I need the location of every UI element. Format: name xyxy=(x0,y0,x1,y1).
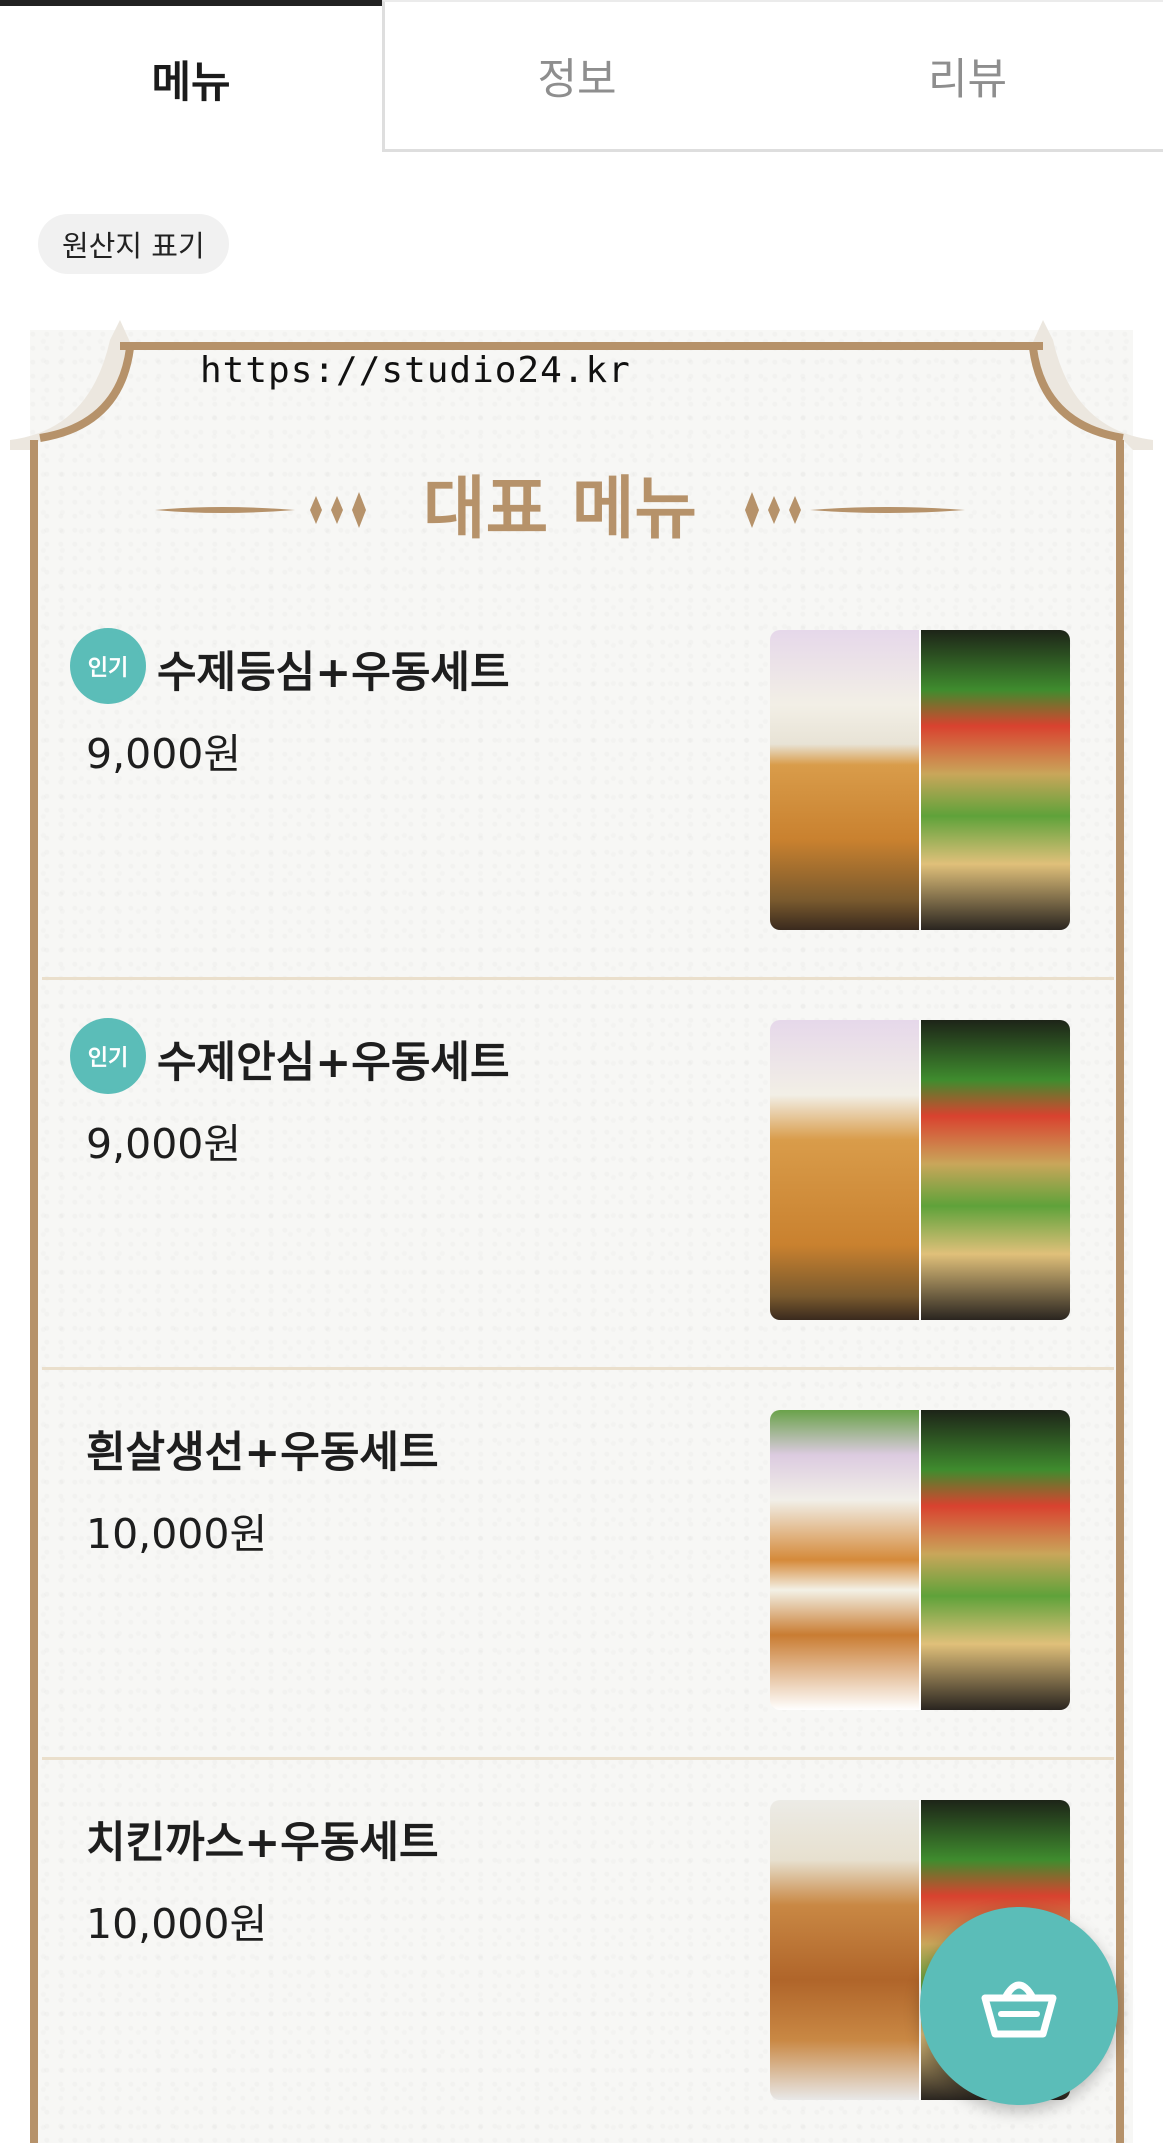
frame-corner-right xyxy=(1029,320,1153,450)
popular-badge: 인기 xyxy=(74,1022,142,1090)
tab-reviews[interactable]: 리뷰 xyxy=(772,0,1163,152)
menu-item[interactable]: 인기 수제등심+우동세트 9,000원 xyxy=(42,590,1114,980)
tab-menu[interactable]: 메뉴 xyxy=(0,0,382,152)
section-title: 대표 메뉴 xyxy=(423,470,697,549)
frame-left-border xyxy=(30,440,38,2143)
signature-menu-board: https://studio24.kr 대표 메뉴 인기 수제등심+우동세트 9… xyxy=(0,320,1163,2143)
menu-item-photo xyxy=(770,1410,1070,1710)
tab-reviews-label: 리뷰 xyxy=(927,55,1008,105)
section-title-wrap: 대표 메뉴 xyxy=(150,460,970,560)
frame-top-border xyxy=(120,342,1043,350)
tab-bar: 메뉴 정보 리뷰 xyxy=(0,0,1163,152)
origin-label-button[interactable]: 원산지 표기 xyxy=(38,214,229,274)
popular-badge: 인기 xyxy=(74,632,142,700)
frame-corner-left xyxy=(10,320,134,450)
menu-item-price: 10,000원 xyxy=(86,1510,268,1558)
url-watermark: https://studio24.kr xyxy=(200,350,631,391)
menu-item-price: 10,000원 xyxy=(86,1900,268,1948)
frame-right-border xyxy=(1116,440,1124,2143)
menu-item-photo xyxy=(770,1020,1070,1320)
menu-item-name: 수제등심+우동세트 xyxy=(157,648,510,698)
tab-menu-label: 메뉴 xyxy=(151,58,231,108)
menu-item[interactable]: 흰살생선+우동세트 10,000원 xyxy=(42,1370,1114,1760)
menu-item[interactable]: 인기 수제안심+우동세트 9,000원 xyxy=(42,980,1114,1370)
menu-item-price: 9,000원 xyxy=(86,730,242,778)
basket-icon xyxy=(981,1981,1057,2038)
menu-item-name: 흰살생선+우동세트 xyxy=(86,1428,439,1478)
menu-page: 메뉴 정보 리뷰 원산지 표기 https://studio24.kr 대표 메… xyxy=(0,0,1163,2143)
cart-button[interactable] xyxy=(920,1907,1118,2105)
origin-label-text: 원산지 표기 xyxy=(62,229,205,263)
tab-info-label: 정보 xyxy=(537,55,617,105)
menu-item-name: 치킨까스+우동세트 xyxy=(86,1818,439,1868)
menu-item-price: 9,000원 xyxy=(86,1120,242,1168)
menu-item-photo xyxy=(770,630,1070,930)
menu-item-name: 수제안심+우동세트 xyxy=(157,1038,510,1088)
tab-info[interactable]: 정보 xyxy=(382,0,772,152)
